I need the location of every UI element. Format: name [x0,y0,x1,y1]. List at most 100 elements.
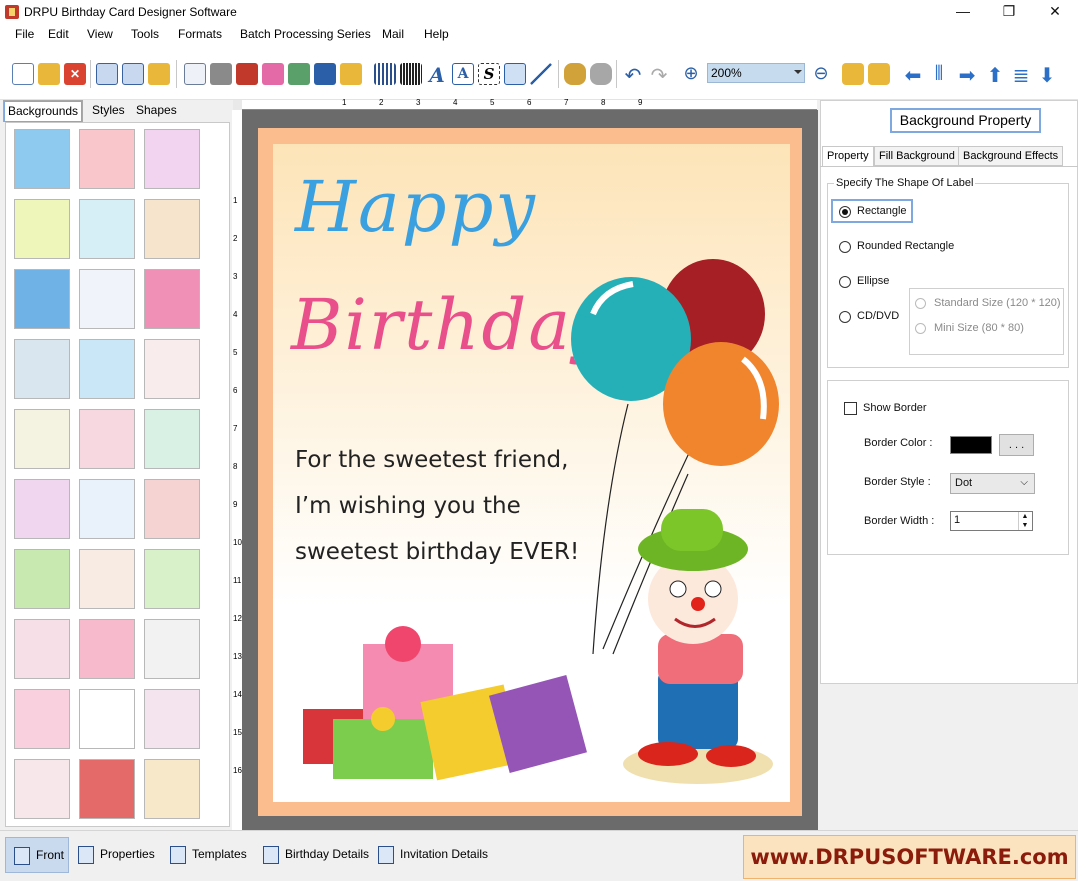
background-thumbnail[interactable] [144,479,200,539]
background-thumbnail[interactable] [79,129,135,189]
clown-illustration[interactable] [603,504,793,794]
background-thumbnail[interactable] [144,689,200,749]
radio-standard-size[interactable] [915,298,926,309]
menu-batch-processing[interactable]: Batch Processing Series [240,27,371,41]
radio-rounded-rectangle[interactable] [839,241,851,253]
move-right-icon[interactable]: ➡ [956,63,978,87]
tab-fill-background[interactable]: Fill Background [874,146,960,166]
background-thumbnail[interactable] [14,199,70,259]
background-thumbnail[interactable] [79,199,135,259]
background-thumbnail[interactable] [79,759,135,819]
move-up-icon[interactable]: ⬆ [984,63,1006,87]
undo-icon[interactable]: ↶ [622,63,644,87]
gift-icon[interactable] [262,63,284,85]
radio-rectangle[interactable] [839,206,851,218]
background-thumbnail[interactable] [14,269,70,329]
barcode2-icon[interactable] [400,63,422,85]
print-icon[interactable] [210,63,232,85]
minimize-button[interactable]: — [940,0,986,24]
move-down-icon[interactable]: ⬇ [1036,63,1058,87]
signature-icon[interactable]: S [478,63,500,85]
export-icon[interactable] [148,63,170,85]
card-background[interactable]: Happy Birthday For the sweetest friend, … [273,144,790,802]
background-thumbnail[interactable] [14,129,70,189]
card-title-happy[interactable]: Happy [295,166,537,248]
menu-formats[interactable]: Formats [178,27,222,41]
stepper-arrows-icon[interactable]: ▲ ▼ [1018,512,1031,530]
database-icon[interactable] [564,63,586,85]
zoom-in-icon[interactable]: ⊕ [680,63,702,85]
open-folder-icon[interactable] [38,63,60,85]
border-style-select[interactable]: Dot ⌵ [950,473,1035,494]
border-color-picker-button[interactable]: . . . [999,434,1034,456]
background-thumbnail[interactable] [144,549,200,609]
background-thumbnail[interactable] [144,759,200,819]
card-message-line-3[interactable]: sweetest birthday EVER! [295,539,579,565]
tab-styles[interactable]: Styles [88,100,129,122]
tab-background-effects[interactable]: Background Effects [958,146,1064,166]
unlock-icon[interactable] [868,63,890,85]
background-thumbnail[interactable] [14,759,70,819]
background-thumbnail[interactable] [14,619,70,679]
menu-file[interactable]: File [15,27,34,41]
pen-icon[interactable] [314,63,336,85]
tab-shapes[interactable]: Shapes [132,100,181,122]
insert-image-icon[interactable] [288,63,310,85]
background-thumbnail[interactable] [79,269,135,329]
text-icon[interactable]: A [426,63,448,87]
move-left-icon[interactable]: ⬅ [902,63,924,87]
new-file-icon[interactable] [12,63,34,85]
menu-tools[interactable]: Tools [131,27,159,41]
radio-ellipse[interactable] [839,276,851,288]
background-thumbnail[interactable] [79,409,135,469]
background-thumbnail[interactable] [144,619,200,679]
save-icon[interactable] [96,63,118,85]
page-setup-icon[interactable] [184,63,206,85]
border-width-stepper[interactable]: 1 ▲ ▼ [950,511,1033,531]
background-thumbnail[interactable] [144,339,200,399]
save-as-icon[interactable] [122,63,144,85]
background-thumbnail[interactable] [14,689,70,749]
barcode-icon[interactable] [374,63,396,85]
tab-properties[interactable]: Properties [70,837,159,873]
menu-mail[interactable]: Mail [382,27,404,41]
radio-cd-dvd[interactable] [839,311,851,323]
background-thumbnail[interactable] [79,339,135,399]
tab-invitation-details[interactable]: Invitation Details [370,837,492,873]
close-file-icon[interactable]: ✕ [64,63,86,85]
background-thumbnail[interactable] [14,339,70,399]
menu-view[interactable]: View [87,27,113,41]
background-thumbnail[interactable] [144,129,200,189]
menu-help[interactable]: Help [424,27,449,41]
line-icon[interactable] [530,63,552,85]
border-color-swatch[interactable] [950,436,992,454]
background-thumbnail[interactable] [144,199,200,259]
tab-templates[interactable]: Templates [162,837,251,873]
redo-icon[interactable]: ↷ [648,63,670,87]
radio-mini-size[interactable] [915,323,926,334]
background-thumbnail[interactable] [79,549,135,609]
word-art-icon[interactable]: A [452,63,474,85]
flip-icon[interactable]: ⫴ [928,63,950,85]
card-message-line-1[interactable]: For the sweetest friend, [295,447,568,473]
tab-birthday-details[interactable]: Birthday Details [255,837,373,873]
picture-icon[interactable] [340,63,362,85]
tab-property[interactable]: Property [822,146,874,166]
lock-icon[interactable] [842,63,864,85]
tab-front[interactable]: Front [5,837,70,873]
background-thumbnail[interactable] [14,549,70,609]
card-message-line-2[interactable]: I’m wishing you the [295,493,521,519]
align-icon[interactable]: ≣ [1010,63,1032,87]
gifts-illustration[interactable] [303,624,603,784]
maximize-button[interactable]: ❐ [986,0,1032,24]
database2-icon[interactable] [590,63,612,85]
background-thumbnail[interactable] [144,269,200,329]
copy-icon[interactable] [236,63,258,85]
background-thumbnail[interactable] [79,619,135,679]
close-button[interactable]: ✕ [1032,0,1078,24]
show-border-checkbox[interactable] [844,402,857,415]
mail-icon[interactable] [504,63,526,85]
tab-backgrounds[interactable]: Backgrounds [3,100,84,122]
background-thumbnail[interactable] [14,479,70,539]
menu-edit[interactable]: Edit [48,27,69,41]
